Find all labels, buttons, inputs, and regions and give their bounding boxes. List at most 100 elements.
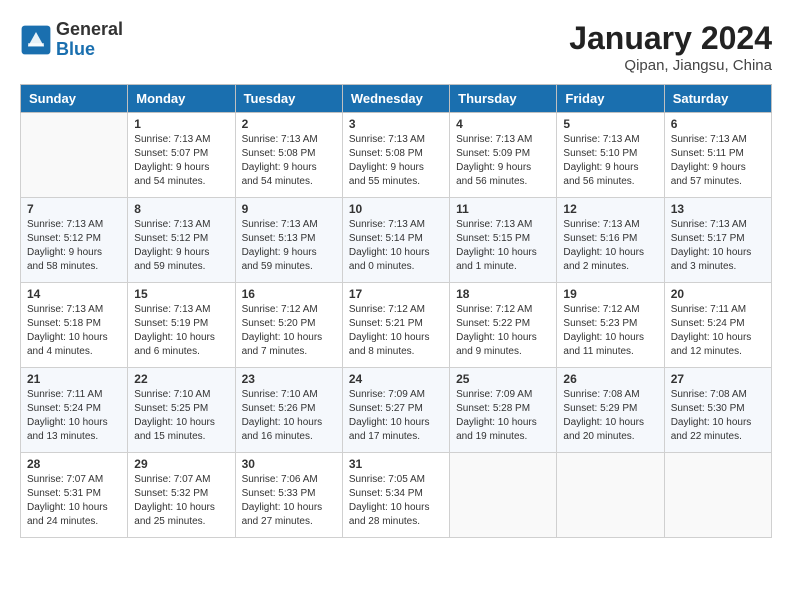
- calendar-cell: 11 Sunrise: 7:13 AM Sunset: 5:15 PM Dayli…: [450, 198, 557, 283]
- day-number: 13: [671, 202, 765, 216]
- calendar-cell: 18Sunrise: 7:12 AM Sunset: 5:22 PM Dayli…: [450, 283, 557, 368]
- calendar-cell: 24 Sunrise: 7:09 AM Sunset: 5:27 PM Dayli…: [342, 368, 449, 453]
- logo-blue: Blue: [56, 40, 123, 60]
- weekday-header-tuesday: Tuesday: [235, 85, 342, 113]
- day-number: 2: [242, 117, 336, 131]
- logo-icon: [20, 24, 52, 56]
- day-info: Sunrise: 7:13 AM Sunset: 5:08 PM Dayligh…: [349, 133, 443, 189]
- calendar-cell: 13 Sunrise: 7:13 AM Sunset: 5:17 PM Dayli…: [664, 198, 771, 283]
- day-number: 4: [456, 117, 550, 131]
- calendar-cell: 29Sunrise: 7:07 AM Sunset: 5:32 PM Dayli…: [128, 453, 235, 538]
- calendar-cell: 3Sunrise: 7:13 AM Sunset: 5:08 PM Daylig…: [342, 113, 449, 198]
- day-number: 30: [242, 457, 336, 471]
- day-info: Sunrise: 7:13 AM Sunset: 5:12 PM Dayligh…: [134, 218, 228, 274]
- calendar-cell: 28Sunrise: 7:07 AM Sunset: 5:31 PM Dayli…: [21, 453, 128, 538]
- day-number: 31: [349, 457, 443, 471]
- day-info: Sunrise: 7:08 AM Sunset: 5:29 PM Dayligh…: [563, 388, 657, 444]
- day-number: 21: [27, 372, 121, 386]
- day-info: Sunrise: 7:12 AM Sunset: 5:21 PM Dayligh…: [349, 303, 443, 359]
- day-info: Sunrise: 7:13 AM Sunset: 5:12 PM Dayligh…: [27, 218, 121, 274]
- day-info: Sunrise: 7:07 AM Sunset: 5:31 PM Dayligh…: [27, 473, 121, 529]
- calendar-cell: 20Sunrise: 7:11 AM Sunset: 5:24 PM Dayli…: [664, 283, 771, 368]
- location-subtitle: Qipan, Jiangsu, China: [569, 57, 772, 74]
- calendar-cell: 23 Sunrise: 7:10 AM Sunset: 5:26 PM Dayli…: [235, 368, 342, 453]
- day-number: 23: [242, 372, 336, 386]
- calendar-cell: 17 Sunrise: 7:12 AM Sunset: 5:21 PM Dayli…: [342, 283, 449, 368]
- day-info: Sunrise: 7:11 AM Sunset: 5:24 PM Dayligh…: [27, 388, 121, 444]
- calendar-cell: 26 Sunrise: 7:08 AM Sunset: 5:29 PM Dayli…: [557, 368, 664, 453]
- day-number: 24: [349, 372, 443, 386]
- weekday-header-sunday: Sunday: [21, 85, 128, 113]
- day-info: Sunrise: 7:13 AM Sunset: 5:18 PM Dayligh…: [27, 303, 121, 359]
- calendar-week-row: 7 Sunrise: 7:13 AM Sunset: 5:12 PM Daylig…: [21, 198, 772, 283]
- day-info: Sunrise: 7:13 AM Sunset: 5:15 PM Dayligh…: [456, 218, 550, 274]
- calendar-table: SundayMondayTuesdayWednesdayThursdayFrid…: [20, 84, 772, 538]
- calendar-week-row: 21 Sunrise: 7:11 AM Sunset: 5:24 PM Dayli…: [21, 368, 772, 453]
- month-title: January 2024: [569, 20, 772, 57]
- day-number: 26: [563, 372, 657, 386]
- day-number: 8: [134, 202, 228, 216]
- day-number: 15: [134, 287, 228, 301]
- calendar-week-row: 1 Sunrise: 7:13 AM Sunset: 5:07 PM Daylig…: [21, 113, 772, 198]
- day-number: 10: [349, 202, 443, 216]
- day-number: 19: [563, 287, 657, 301]
- day-info: Sunrise: 7:06 AM Sunset: 5:33 PM Dayligh…: [242, 473, 336, 529]
- weekday-header-row: SundayMondayTuesdayWednesdayThursdayFrid…: [21, 85, 772, 113]
- calendar-cell: [557, 453, 664, 538]
- day-info: Sunrise: 7:08 AM Sunset: 5:30 PM Dayligh…: [671, 388, 765, 444]
- weekday-header-thursday: Thursday: [450, 85, 557, 113]
- day-number: 17: [349, 287, 443, 301]
- day-info: Sunrise: 7:13 AM Sunset: 5:14 PM Dayligh…: [349, 218, 443, 274]
- calendar-cell: [21, 113, 128, 198]
- calendar-week-row: 14 Sunrise: 7:13 AM Sunset: 5:18 PM Dayli…: [21, 283, 772, 368]
- day-info: Sunrise: 7:13 AM Sunset: 5:17 PM Dayligh…: [671, 218, 765, 274]
- weekday-header-monday: Monday: [128, 85, 235, 113]
- day-info: Sunrise: 7:10 AM Sunset: 5:25 PM Dayligh…: [134, 388, 228, 444]
- calendar-cell: 10 Sunrise: 7:13 AM Sunset: 5:14 PM Dayli…: [342, 198, 449, 283]
- weekday-header-wednesday: Wednesday: [342, 85, 449, 113]
- calendar-cell: 1 Sunrise: 7:13 AM Sunset: 5:07 PM Daylig…: [128, 113, 235, 198]
- calendar-cell: 30 Sunrise: 7:06 AM Sunset: 5:33 PM Dayli…: [235, 453, 342, 538]
- calendar-cell: 21 Sunrise: 7:11 AM Sunset: 5:24 PM Dayli…: [21, 368, 128, 453]
- calendar-cell: 2 Sunrise: 7:13 AM Sunset: 5:08 PM Daylig…: [235, 113, 342, 198]
- day-number: 7: [27, 202, 121, 216]
- day-number: 11: [456, 202, 550, 216]
- day-number: 9: [242, 202, 336, 216]
- day-number: 5: [563, 117, 657, 131]
- day-info: Sunrise: 7:13 AM Sunset: 5:19 PM Dayligh…: [134, 303, 228, 359]
- day-number: 20: [671, 287, 765, 301]
- calendar-cell: 12 Sunrise: 7:13 AM Sunset: 5:16 PM Dayli…: [557, 198, 664, 283]
- day-number: 1: [134, 117, 228, 131]
- calendar-cell: [450, 453, 557, 538]
- calendar-cell: 5Sunrise: 7:13 AM Sunset: 5:10 PM Daylig…: [557, 113, 664, 198]
- day-number: 14: [27, 287, 121, 301]
- logo-general: General: [56, 20, 123, 40]
- calendar-cell: 16Sunrise: 7:12 AM Sunset: 5:20 PM Dayli…: [235, 283, 342, 368]
- calendar-cell: 14 Sunrise: 7:13 AM Sunset: 5:18 PM Dayli…: [21, 283, 128, 368]
- day-info: Sunrise: 7:13 AM Sunset: 5:13 PM Dayligh…: [242, 218, 336, 274]
- day-info: Sunrise: 7:09 AM Sunset: 5:27 PM Dayligh…: [349, 388, 443, 444]
- day-number: 22: [134, 372, 228, 386]
- calendar-cell: 9 Sunrise: 7:13 AM Sunset: 5:13 PM Daylig…: [235, 198, 342, 283]
- day-number: 18: [456, 287, 550, 301]
- calendar-cell: 19Sunrise: 7:12 AM Sunset: 5:23 PM Dayli…: [557, 283, 664, 368]
- calendar-cell: 31 Sunrise: 7:05 AM Sunset: 5:34 PM Dayli…: [342, 453, 449, 538]
- day-number: 25: [456, 372, 550, 386]
- day-info: Sunrise: 7:13 AM Sunset: 5:08 PM Dayligh…: [242, 133, 336, 189]
- calendar-cell: 22 Sunrise: 7:10 AM Sunset: 5:25 PM Dayli…: [128, 368, 235, 453]
- day-info: Sunrise: 7:05 AM Sunset: 5:34 PM Dayligh…: [349, 473, 443, 529]
- calendar-cell: 6Sunrise: 7:13 AM Sunset: 5:11 PM Daylig…: [664, 113, 771, 198]
- logo-text: General Blue: [56, 20, 123, 60]
- day-number: 16: [242, 287, 336, 301]
- day-info: Sunrise: 7:13 AM Sunset: 5:16 PM Dayligh…: [563, 218, 657, 274]
- day-info: Sunrise: 7:13 AM Sunset: 5:07 PM Dayligh…: [134, 133, 228, 189]
- calendar-cell: 8 Sunrise: 7:13 AM Sunset: 5:12 PM Daylig…: [128, 198, 235, 283]
- day-number: 12: [563, 202, 657, 216]
- calendar-cell: 27 Sunrise: 7:08 AM Sunset: 5:30 PM Dayli…: [664, 368, 771, 453]
- day-info: Sunrise: 7:10 AM Sunset: 5:26 PM Dayligh…: [242, 388, 336, 444]
- day-number: 27: [671, 372, 765, 386]
- calendar-cell: [664, 453, 771, 538]
- calendar-cell: 25Sunrise: 7:09 AM Sunset: 5:28 PM Dayli…: [450, 368, 557, 453]
- day-info: Sunrise: 7:13 AM Sunset: 5:09 PM Dayligh…: [456, 133, 550, 189]
- day-info: Sunrise: 7:13 AM Sunset: 5:11 PM Dayligh…: [671, 133, 765, 189]
